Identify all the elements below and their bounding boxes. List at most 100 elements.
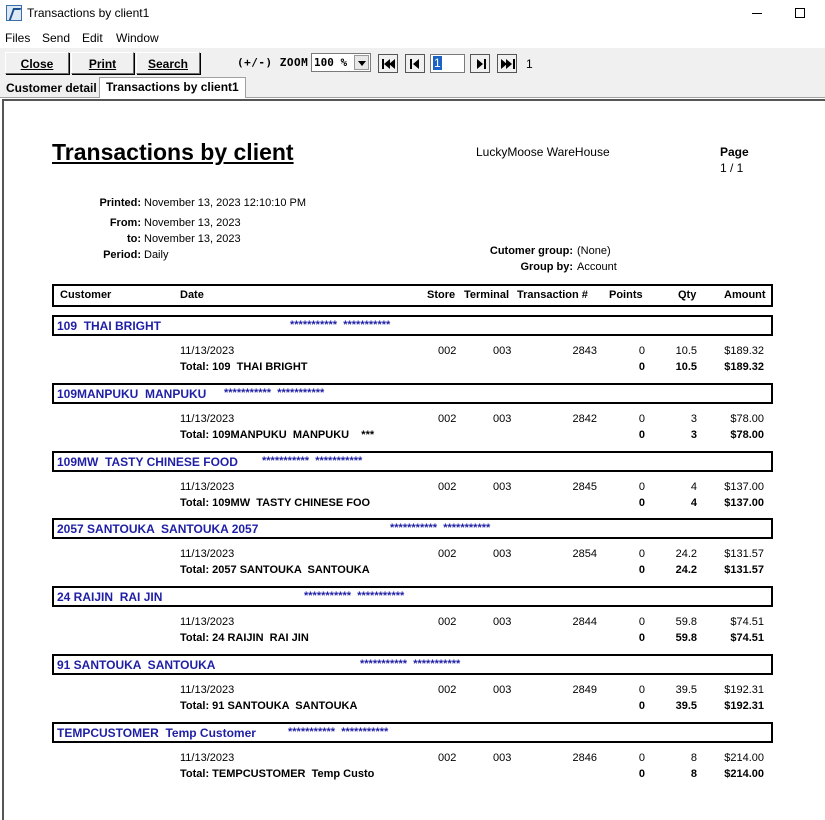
customer-name: 91 SANTOUKA SANTOUKA [57, 658, 216, 672]
search-button-label: Search [147, 57, 189, 71]
page-number-value: 1 [433, 56, 442, 70]
cell-terminal: 003 [493, 616, 512, 628]
close-button[interactable]: Close [5, 52, 69, 74]
menu-edit[interactable]: Edit [82, 31, 103, 45]
customer-group-header: 109 THAI BRIGHT *********** *********** [52, 315, 773, 336]
cell-terminal: 003 [493, 413, 512, 425]
cell-qty: 10.5 [675, 345, 697, 357]
print-button-label: Print [88, 57, 117, 71]
total-qty: 4 [690, 497, 697, 509]
cell-terminal: 003 [493, 345, 512, 357]
period-label: Period: [103, 249, 141, 261]
total-label: Total: 24 RAIJIN RAI JIN [180, 632, 309, 644]
prev-page-button[interactable] [405, 54, 425, 73]
customer-group-header: 24 RAIJIN RAI JIN *********** *********** [52, 586, 773, 607]
customer-mask: *********** *********** [224, 387, 325, 399]
maximize-icon[interactable] [795, 8, 805, 18]
customer-group-label: Cutomer group: [489, 245, 573, 257]
cell-points: 0 [638, 752, 645, 764]
cell-store: 002 [438, 481, 457, 493]
printed-label: Printed: [99, 197, 141, 209]
col-customer: Customer [60, 289, 112, 301]
total-points: 0 [638, 497, 645, 509]
total-amount: $137.00 [724, 497, 764, 509]
company-name: LuckyMoose WareHouse [476, 145, 610, 159]
cell-date: 11/13/2023 [180, 684, 235, 696]
next-page-button[interactable] [470, 54, 490, 73]
cell-amount: $214.00 [724, 752, 764, 764]
print-button[interactable]: Print [71, 52, 134, 74]
customer-mask: *********** *********** [390, 522, 491, 534]
triangle-right-icon [477, 59, 483, 69]
cell-qty: 24.2 [675, 548, 697, 560]
customer-mask: *********** *********** [290, 319, 391, 331]
cell-store: 002 [438, 548, 457, 560]
customer-group-header: TEMPCUSTOMER Temp Customer *********** **… [52, 722, 773, 743]
customer-name: 109 THAI BRIGHT [57, 319, 162, 333]
first-page-button[interactable] [378, 54, 398, 73]
total-amount: $74.51 [730, 632, 764, 644]
total-qty: 3 [690, 429, 697, 441]
to-label: to: [126, 233, 141, 245]
cell-terminal: 003 [493, 684, 512, 696]
triangle-right-icon [506, 59, 512, 69]
customer-group-header: 2057 SANTOUKA SANTOUKA 2057 *********** *… [52, 518, 773, 539]
total-qty: 8 [690, 768, 697, 780]
group-by-label: Group by: [520, 261, 573, 273]
last-page-button[interactable] [497, 54, 517, 73]
cell-transaction: 2854 [572, 548, 597, 560]
total-label: Total: 91 SANTOUKA SANTOUKA [180, 700, 358, 712]
cell-date: 11/13/2023 [180, 345, 235, 357]
menu-files[interactable]: Files [5, 31, 30, 45]
total-amount: $131.57 [724, 564, 764, 576]
customer-mask: *********** *********** [304, 590, 405, 602]
total-label: Total: 109MANPUKU MANPUKU *** [180, 429, 375, 441]
total-points: 0 [638, 361, 645, 373]
period-value: Daily [144, 249, 169, 261]
cell-transaction: 2842 [572, 413, 597, 425]
cell-qty: 4 [690, 481, 697, 493]
close-button-label: Close [20, 57, 54, 71]
customer-group-header: 109MANPUKU MANPUKU *********** **********… [52, 383, 773, 404]
cell-qty: 3 [690, 413, 697, 425]
search-button[interactable]: Search [136, 52, 200, 74]
cell-amount: $137.00 [724, 481, 764, 493]
tab-customer-detail[interactable]: Customer detail [6, 81, 97, 95]
total-points: 0 [638, 700, 645, 712]
total-qty: 24.2 [675, 564, 697, 576]
total-label: Total: 109MW TASTY CHINESE FOO [180, 497, 371, 509]
total-amount: $78.00 [730, 429, 764, 441]
cell-amount: $131.57 [724, 548, 764, 560]
to-value: November 13, 2023 [144, 233, 241, 245]
app-icon [6, 5, 22, 21]
total-label: Total: TEMPCUSTOMER Temp Custo [180, 768, 375, 780]
cell-terminal: 003 [493, 752, 512, 764]
bar-icon [410, 59, 412, 69]
col-transaction: Transaction # [517, 289, 588, 301]
customer-mask: *********** *********** [262, 455, 363, 467]
total-points: 0 [638, 429, 645, 441]
menu-send[interactable]: Send [42, 31, 70, 45]
cell-transaction: 2844 [572, 616, 597, 628]
col-date: Date [180, 289, 204, 301]
from-label: From: [109, 217, 141, 229]
total-qty: 39.5 [675, 700, 697, 712]
col-terminal: Terminal [464, 289, 510, 301]
cell-store: 002 [438, 684, 457, 696]
cell-qty: 59.8 [675, 616, 697, 628]
chevron-down-icon[interactable] [354, 55, 369, 70]
cell-date: 11/13/2023 [180, 413, 235, 425]
cell-amount: $189.32 [724, 345, 764, 357]
minimize-icon[interactable] [752, 13, 762, 14]
page-number-input[interactable]: 1 [430, 54, 465, 73]
zoom-select[interactable]: 100 % [311, 53, 371, 72]
group-by-value: Account [577, 261, 617, 273]
total-amount: $214.00 [724, 768, 764, 780]
total-points: 0 [638, 768, 645, 780]
cell-points: 0 [638, 413, 645, 425]
customer-mask: *********** *********** [360, 658, 461, 670]
cell-store: 002 [438, 616, 457, 628]
total-label: Total: 2057 SANTOUKA SANTOUKA [180, 564, 370, 576]
menu-window[interactable]: Window [116, 31, 159, 45]
tab-transactions-by-client[interactable]: Transactions by client1 [99, 77, 246, 98]
